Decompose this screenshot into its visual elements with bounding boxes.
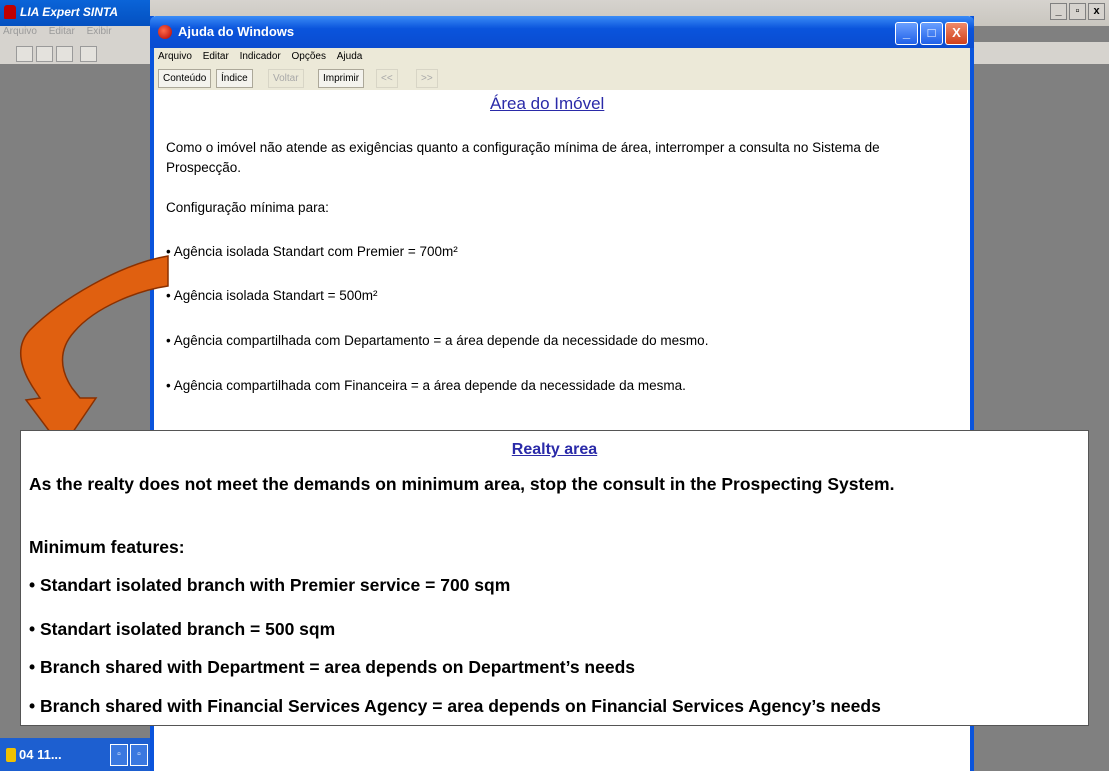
en-bullet-1: • Standart isolated branch with Premier … (29, 575, 511, 595)
en-bullet-4: • Branch shared with Financial Services … (29, 696, 881, 716)
en-heading: Realty area (511, 441, 598, 458)
en-minimum-features-label: Minimum features: (29, 537, 185, 557)
translation-box: Realty area As the realty does not meet … (20, 430, 1089, 726)
en-intro-paragraph: As the realty does not meet the demands … (29, 474, 895, 494)
arrow-shape (20, 255, 169, 450)
en-bullet-3: • Branch shared with Department = area d… (29, 657, 635, 677)
en-bullet-2: • Standart isolated branch = 500 sqm (29, 619, 336, 639)
